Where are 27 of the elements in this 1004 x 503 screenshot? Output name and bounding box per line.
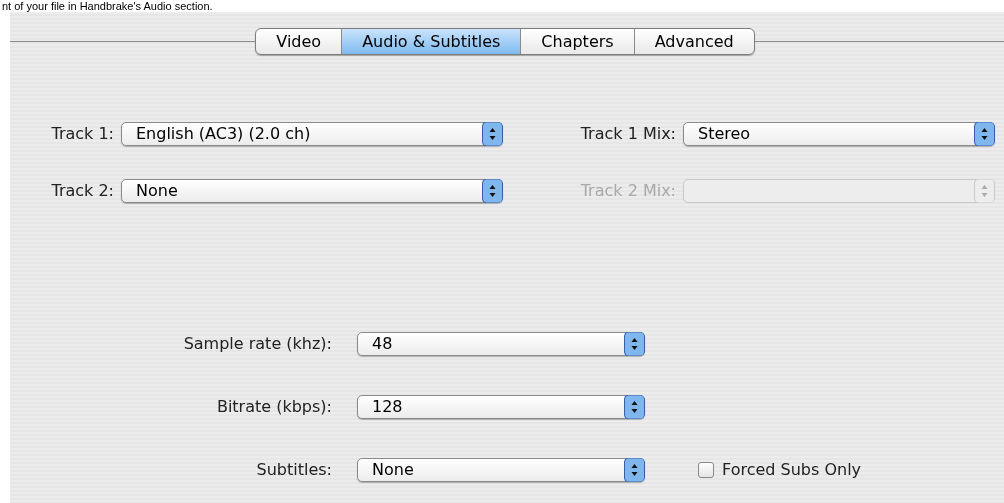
stepper-arrows-icon <box>624 395 645 419</box>
tab[interactable]: Advanced <box>633 29 754 54</box>
tab[interactable]: Video <box>256 29 342 54</box>
mix-select[interactable]: Stereo <box>683 122 995 146</box>
track-select[interactable]: None <box>121 179 503 203</box>
checkbox-label: Forced Subs Only <box>722 459 862 481</box>
setting-select[interactable]: 48 <box>357 332 645 356</box>
caption-text: nt of your file in Handbrake's Audio section. <box>2 0 213 12</box>
mix-label: Track 1 Mix: <box>579 123 676 145</box>
setting-label: Bitrate (kbps): <box>215 396 332 418</box>
stepper-arrows-icon <box>624 458 645 482</box>
track-select[interactable]: English (AC3) (2.0 ch) <box>121 122 503 146</box>
stepper-arrows-icon <box>974 179 995 203</box>
track-label: Track 1: <box>50 123 114 145</box>
track-label: Track 2: <box>50 180 114 202</box>
mix-label: Track 2 Mix: <box>579 180 676 202</box>
setting-label: Subtitles: <box>255 459 332 481</box>
setting-label: Sample rate (khz): <box>182 333 332 355</box>
stepper-arrows-icon <box>624 332 645 356</box>
setting-select[interactable]: 128 <box>357 395 645 419</box>
tab[interactable]: Audio & Subtitles <box>341 29 521 54</box>
setting-select[interactable]: None <box>357 458 645 482</box>
stepper-arrows-icon <box>482 179 503 203</box>
stepper-arrows-icon <box>974 122 995 146</box>
checkbox[interactable] <box>698 462 714 478</box>
tab[interactable]: Chapters <box>520 29 634 54</box>
stepper-arrows-icon <box>482 122 503 146</box>
